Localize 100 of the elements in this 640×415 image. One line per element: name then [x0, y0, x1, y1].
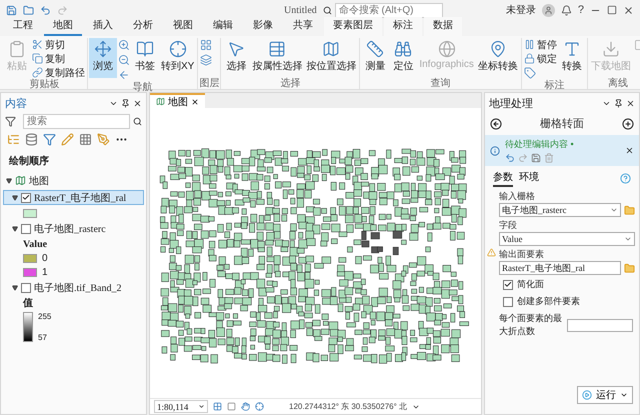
ribbon-button[interactable]: 浏览 [89, 38, 117, 78]
ribbon-button[interactable]: 按位置选择 [304, 38, 358, 78]
grid-icon[interactable] [79, 133, 92, 146]
ribbon-button[interactable]: 剪切 [31, 38, 86, 51]
parameter-field[interactable]: 电子地图_rasterc [499, 203, 621, 217]
ribbon-icon-button[interactable] [117, 68, 131, 82]
ribbon-icon-button[interactable] [199, 38, 214, 52]
map-name[interactable]: 地图 [29, 174, 49, 188]
chevron-down-icon [624, 235, 632, 243]
avatar-icon[interactable] [542, 4, 555, 16]
scale-field[interactable]: 1:80,114 [154, 400, 208, 413]
chevron-down-icon[interactable] [109, 99, 118, 108]
parameter-field[interactable]: RasterT_电子地图_ral [499, 261, 621, 275]
ribbon-button[interactable]: 书签 [131, 38, 159, 78]
ribbon-button[interactable]: 测量 [361, 38, 390, 78]
parameter-label: 输出面要素 [499, 248, 545, 261]
checkbox[interactable] [21, 192, 31, 202]
database-icon[interactable] [25, 133, 38, 146]
close-icon[interactable] [625, 146, 634, 155]
layer-row[interactable]: 电子地图.tif_Band_2 [3, 280, 144, 295]
ribbon-tab[interactable]: 编辑 [204, 17, 242, 36]
ribbon-tab[interactable]: 共享 [284, 17, 322, 36]
ribbon-icon-button[interactable] [117, 38, 131, 52]
pen-icon[interactable] [97, 133, 110, 146]
parameter-field[interactable]: Value [499, 232, 635, 246]
undo-icon[interactable] [40, 4, 51, 16]
ribbon-button[interactable]: 定位 [389, 38, 418, 78]
crosshair-icon[interactable] [255, 402, 264, 411]
grid-icon [200, 39, 212, 51]
close-icon[interactable] [191, 98, 199, 106]
filter-icon[interactable] [5, 116, 16, 127]
help-icon[interactable] [620, 173, 631, 184]
ribbon-tab[interactable]: 标注 [384, 17, 422, 36]
expand-icon[interactable] [12, 284, 18, 290]
ribbon-tab[interactable]: 插入 [84, 17, 122, 36]
ribbon-tab[interactable]: 工程 [4, 17, 42, 36]
ribbon-tab[interactable]: 要素图层 [324, 17, 382, 36]
hand-icon[interactable] [241, 402, 250, 411]
coordinates-readout: 120.2744312° 东 30.5350276° 北 [289, 401, 408, 412]
folder-icon[interactable] [624, 204, 635, 216]
expand-icon[interactable] [6, 178, 12, 184]
layer-name: 电子地图_rasterc [34, 222, 106, 236]
close-icon[interactable] [626, 99, 635, 108]
expand-icon[interactable] [12, 194, 18, 200]
pin-icon[interactable] [121, 99, 130, 108]
checkbox[interactable] [21, 282, 31, 292]
ribbon-icon-button[interactable] [199, 53, 214, 67]
ribbon-tab[interactable]: 影像 [244, 17, 282, 36]
checkbox-option[interactable]: 简化面 [485, 276, 639, 293]
ribbon-button[interactable]: 复制 [31, 52, 86, 65]
command-search-field[interactable]: 命令搜索 (Alt+Q) [334, 2, 443, 18]
layer-row[interactable]: 电子地图_rasterc [3, 221, 144, 236]
parameter-field[interactable] [567, 318, 633, 332]
map-tab[interactable]: 地图 [150, 93, 205, 108]
ribbon-button[interactable]: 按属性选择 [250, 38, 304, 78]
checkbox[interactable] [21, 224, 31, 234]
chevron-down-icon[interactable] [602, 99, 611, 108]
maximize-icon[interactable] [607, 5, 617, 15]
layers-icon [200, 54, 212, 66]
ribbon-button[interactable]: 选择 [222, 38, 250, 78]
ribbon-button[interactable]: 转换 [558, 38, 586, 78]
tag-icon [524, 67, 536, 79]
panel-tab[interactable]: 参数 [493, 170, 513, 187]
list-tree-icon[interactable] [7, 133, 20, 146]
grid-icon[interactable] [213, 402, 222, 411]
ribbon-button[interactable]: 暂停 [522, 38, 558, 51]
search-field[interactable]: 搜索 [23, 114, 130, 129]
ribbon-tab[interactable]: 分析 [124, 17, 162, 36]
ribbon-button[interactable]: 锁定 [522, 52, 558, 65]
save-icon[interactable] [531, 153, 541, 163]
checkbox-option[interactable]: 创建多部件要素 [485, 293, 639, 310]
save-icon[interactable] [6, 4, 17, 16]
pencil-icon[interactable] [61, 133, 74, 146]
filter-icon[interactable] [43, 133, 56, 146]
text-icon [562, 40, 581, 58]
back-icon[interactable] [490, 118, 502, 130]
close-icon[interactable] [623, 4, 634, 16]
expand-icon[interactable] [12, 226, 18, 232]
ribbon-tab[interactable]: 数据 [424, 17, 462, 36]
chevron-down-icon [610, 206, 618, 214]
ribbon-button[interactable]: 复制路径 [31, 66, 86, 79]
square-icon[interactable] [227, 402, 236, 411]
ribbon-icon-button[interactable] [117, 53, 131, 67]
add-icon[interactable] [622, 118, 634, 130]
folder-icon[interactable] [624, 262, 635, 274]
group-title: 查询 [430, 78, 452, 89]
ribbon-button[interactable]: 坐标转换 [476, 38, 520, 78]
pin-icon[interactable] [614, 99, 623, 108]
close-icon[interactable] [133, 99, 142, 108]
folder-icon[interactable] [23, 4, 34, 16]
ribbon-button[interactable]: 转到XY [159, 38, 196, 78]
clipboard-icon [8, 40, 26, 58]
undo-icon[interactable] [505, 153, 515, 163]
ribbon-tab[interactable]: 视图 [164, 17, 202, 36]
run-button[interactable]: 运行 [577, 386, 633, 404]
help-button[interactable]: ? [578, 4, 584, 16]
panel-tab[interactable]: 环境 [519, 170, 539, 187]
bell-icon[interactable] [560, 4, 572, 16]
book-icon [136, 40, 154, 58]
layer-row[interactable]: RasterT_电子地图_ral [3, 190, 144, 205]
